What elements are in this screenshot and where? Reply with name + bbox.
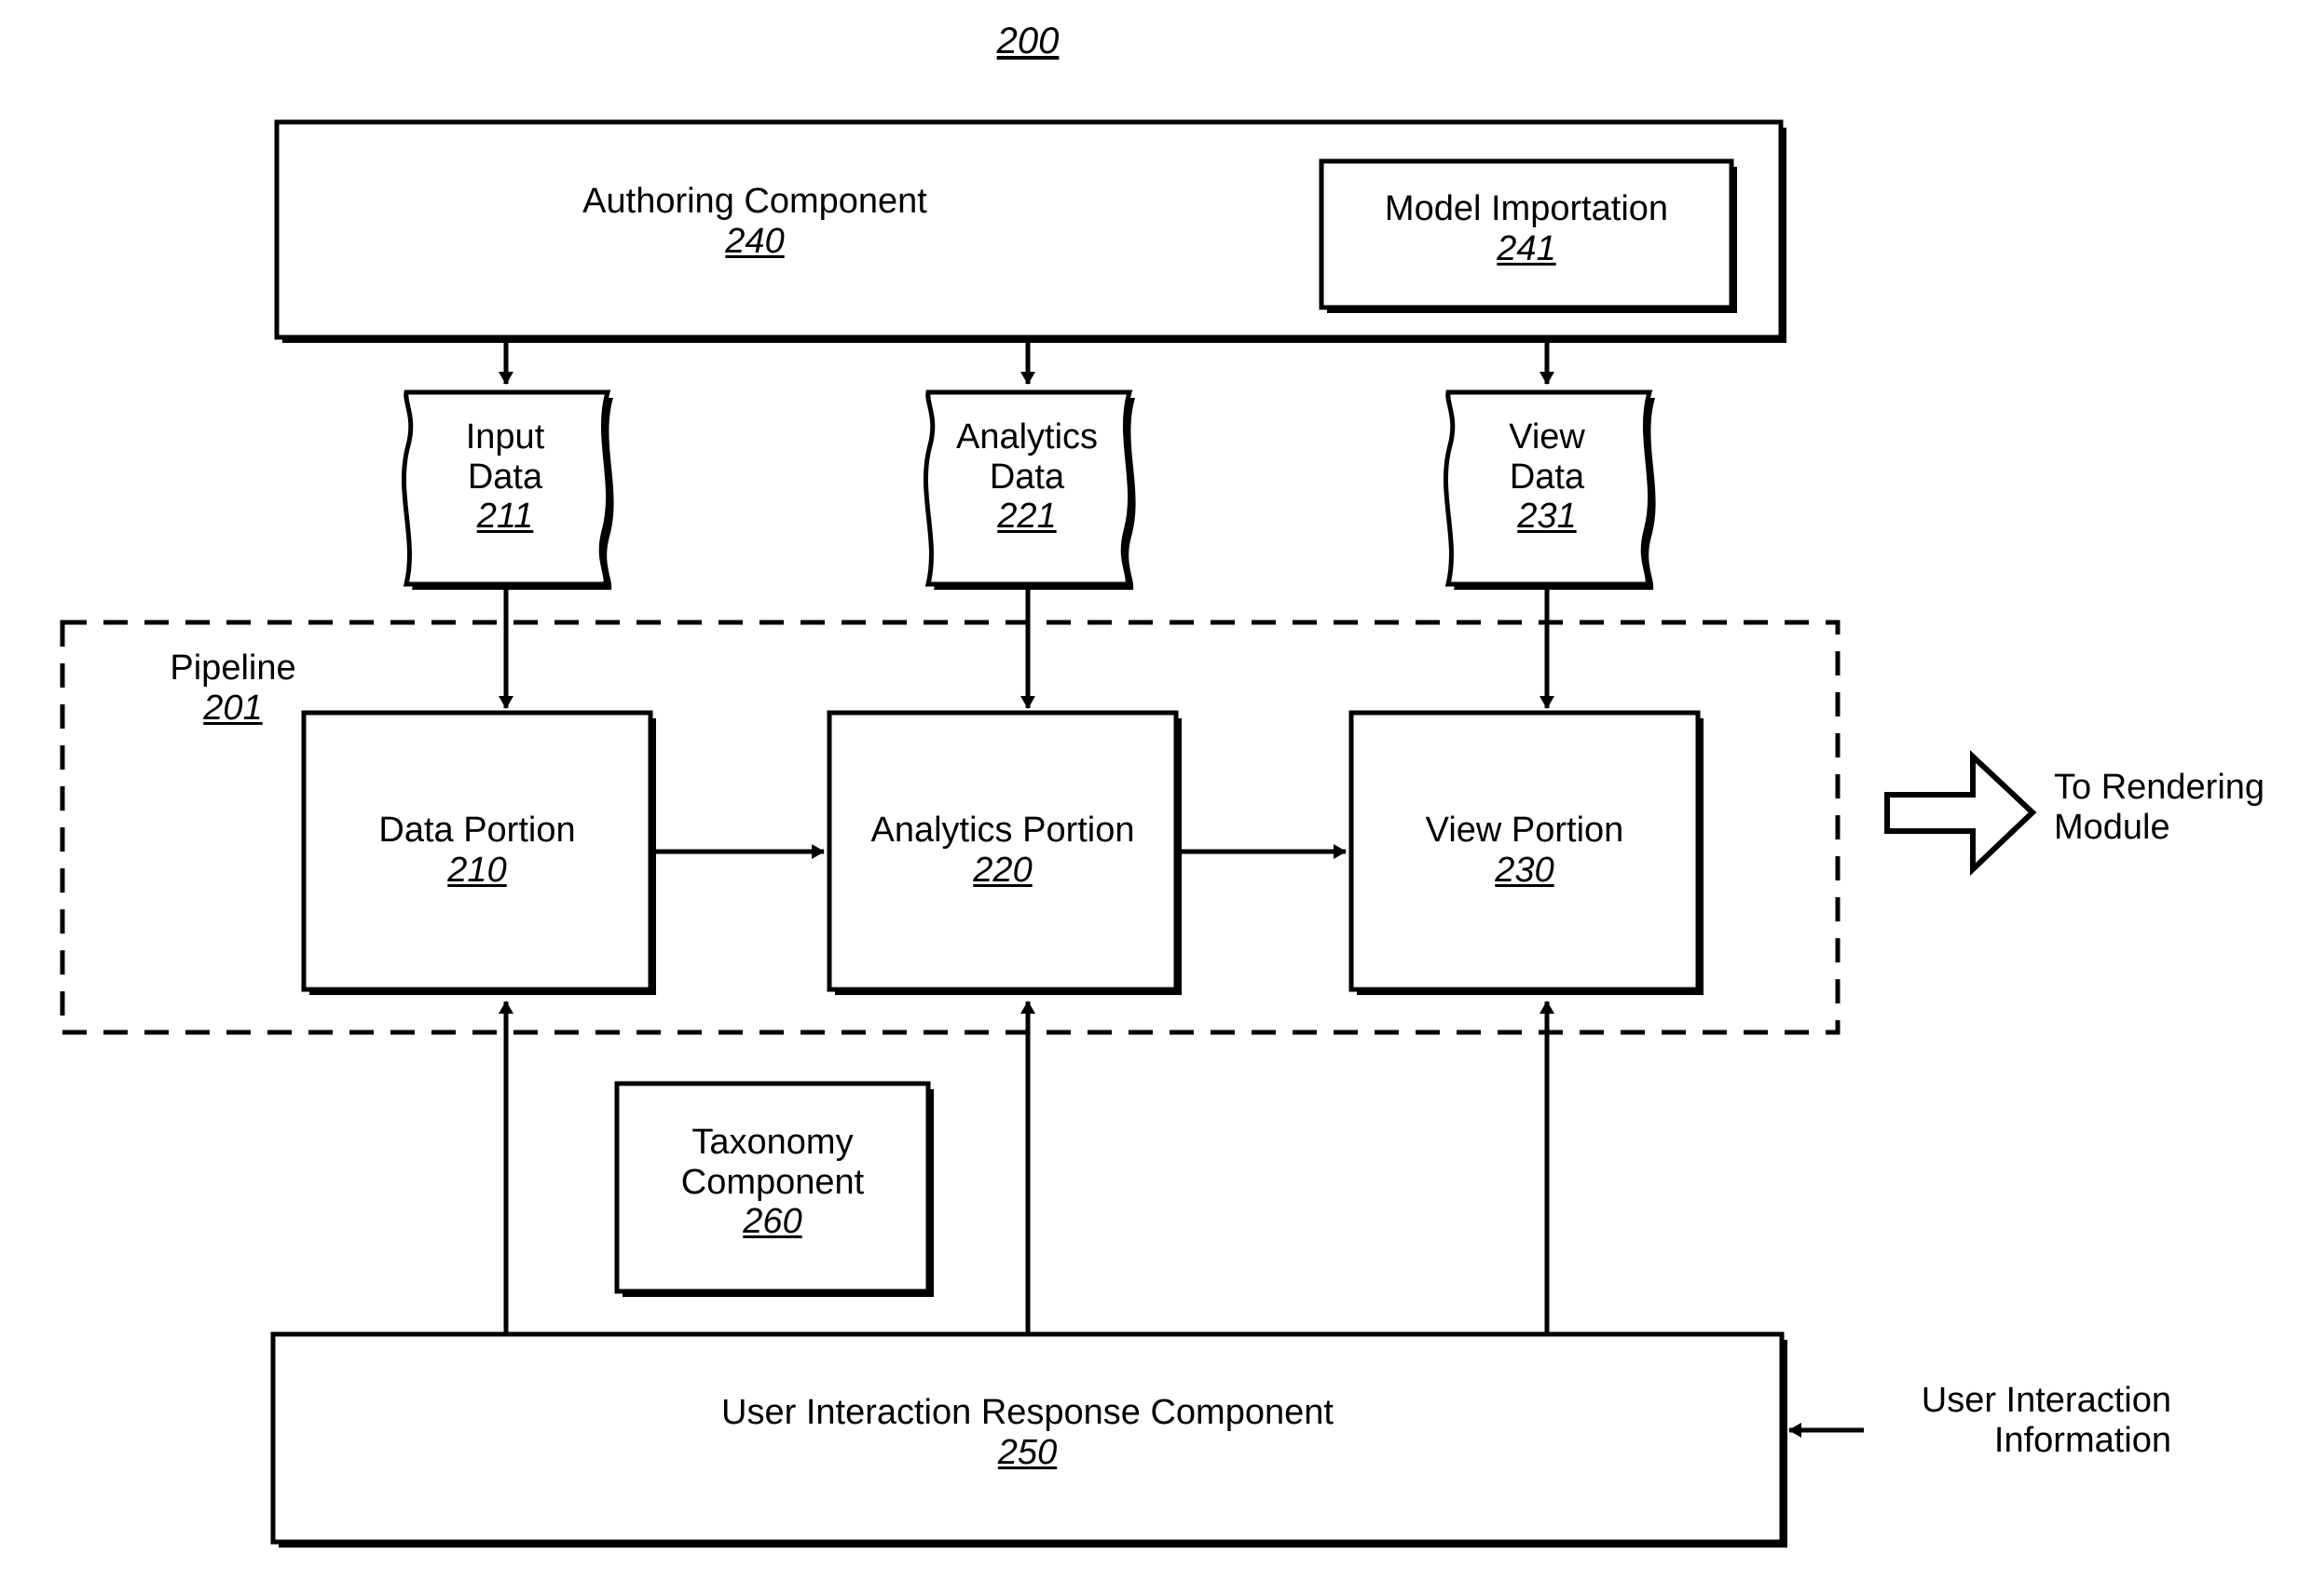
figure-number: 200 xyxy=(963,20,1093,62)
analytics-data-line1: Analytics xyxy=(955,417,1099,457)
pipeline-title: Pipeline xyxy=(170,648,296,688)
view-data-line1: View xyxy=(1509,417,1585,457)
view-portion-label: View Portion 230 xyxy=(1351,811,1698,890)
view-data-line2: Data xyxy=(1509,457,1585,497)
to-rendering-module-line1: To Rendering xyxy=(2054,768,2265,807)
taxonomy-line2: Component xyxy=(680,1162,865,1202)
figure-canvas: 200 Authoring Component 240 Model Import… xyxy=(0,0,2299,1596)
authoring-component-label: Authoring Component 240 xyxy=(391,182,1118,261)
user-interaction-response-ref: 250 xyxy=(997,1432,1058,1472)
authoring-component-title: Authoring Component xyxy=(582,182,927,221)
user-interaction-information-label: User Interaction Information xyxy=(1864,1381,2171,1460)
analytics-data-line2: Data xyxy=(989,457,1065,497)
user-interaction-information-line2: Information xyxy=(1993,1420,2171,1460)
data-portion-ref: 210 xyxy=(447,850,507,890)
user-interaction-response-label: User Interaction Response Component 250 xyxy=(273,1393,1782,1472)
figure-number-value: 200 xyxy=(996,20,1060,61)
taxonomy-line1: Taxonomy xyxy=(691,1123,854,1162)
pipeline-ref: 201 xyxy=(203,688,263,728)
input-data-line2: Data xyxy=(467,457,543,497)
input-data-line1: Input xyxy=(465,417,545,457)
view-portion-title: View Portion xyxy=(1425,811,1624,850)
view-portion-ref: 230 xyxy=(1495,850,1554,890)
data-portion-title: Data Portion xyxy=(378,811,576,850)
taxonomy-ref: 260 xyxy=(743,1202,802,1242)
user-interaction-information-line1: User Interaction xyxy=(1921,1381,2171,1420)
analytics-data-ref: 221 xyxy=(997,497,1057,537)
analytics-data-label: Analytics Data 221 xyxy=(924,417,1129,537)
analytics-portion-ref: 220 xyxy=(973,850,1033,890)
diagram-vector-layer xyxy=(60,119,2037,1548)
model-importation-title: Model Importation xyxy=(1384,189,1669,228)
model-importation-ref: 241 xyxy=(1497,228,1556,268)
authoring-component-ref: 240 xyxy=(725,221,785,261)
view-data-ref: 231 xyxy=(1517,497,1577,537)
input-data-label: Input Data 211 xyxy=(403,417,608,537)
to-rendering-module-line2: Module xyxy=(2054,807,2170,847)
user-interaction-response-title: User Interaction Response Component xyxy=(721,1393,1334,1432)
analytics-portion-title: Analytics Portion xyxy=(870,811,1135,850)
analytics-portion-label: Analytics Portion 220 xyxy=(829,811,1176,890)
to-rendering-module-label: To Rendering Module xyxy=(2054,768,2296,847)
input-data-ref: 211 xyxy=(476,497,534,537)
pipeline-label: Pipeline 201 xyxy=(112,648,354,728)
view-data-label: View Data 231 xyxy=(1444,417,1649,537)
data-portion-label: Data Portion 210 xyxy=(304,811,650,890)
model-importation-label: Model Importation 241 xyxy=(1321,189,1731,268)
taxonomy-component-label: Taxonomy Component 260 xyxy=(617,1123,928,1242)
to-rendering-module-block-arrow xyxy=(1884,750,2037,877)
